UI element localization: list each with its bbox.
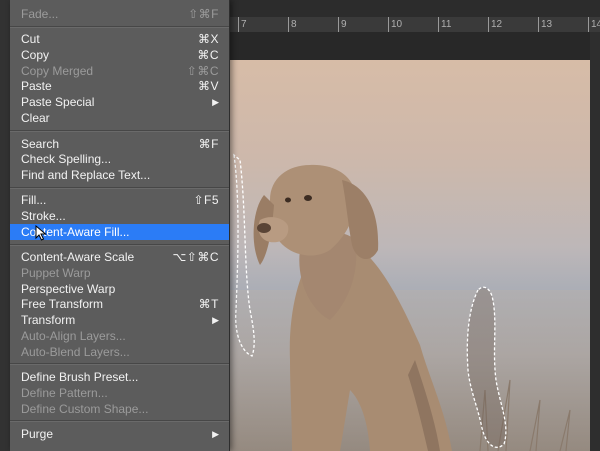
menu-item-find-replace[interactable]: Find and Replace Text... — [10, 167, 229, 183]
menu-item-shortcut: ⌘T — [198, 297, 219, 311]
ruler-tick: 11 — [438, 17, 451, 32]
menu-item-label: Search — [21, 137, 60, 151]
canvas-photo-dog[interactable] — [230, 60, 590, 451]
menu-separator — [10, 420, 229, 422]
menu-item-fade: Fade... ⇧⌘F — [10, 6, 229, 22]
menu-item-content-aware-scale[interactable]: Content-Aware Scale ⌥⇧⌘C — [10, 249, 229, 265]
ruler-tick: 14 — [588, 17, 600, 32]
menu-item-label: Check Spelling... — [21, 152, 112, 166]
menu-item-clear[interactable]: Clear — [10, 110, 229, 126]
menu-item-label: Free Transform — [21, 297, 104, 311]
menu-item-copy[interactable]: Copy ⌘C — [10, 47, 229, 63]
arrow-cursor-icon — [35, 225, 47, 241]
menu-item-free-transform[interactable]: Free Transform ⌘T — [10, 296, 229, 312]
menu-item-label: Content-Aware Scale — [21, 250, 135, 264]
ruler-tick: 9 — [338, 17, 347, 32]
menu-item-search[interactable]: Search ⌘F — [10, 136, 229, 152]
menu-item-label: Puppet Warp — [21, 266, 91, 280]
menu-item-define-brush-preset[interactable]: Define Brush Preset... — [10, 369, 229, 385]
menu-item-copy-merged: Copy Merged ⇧⌘C — [10, 63, 229, 79]
menu-item-label: Transform — [21, 313, 76, 327]
menu-item-stroke[interactable]: Stroke... — [10, 208, 229, 224]
ruler-tick: 7 — [238, 17, 247, 32]
menu-item-shortcut: ⌘V — [197, 79, 219, 93]
menu-item-transform[interactable]: Transform ▶ — [10, 312, 229, 328]
menu-separator — [10, 244, 229, 246]
menu-item-label: Perspective Warp — [21, 282, 116, 296]
horizontal-ruler[interactable]: 7 8 9 10 11 12 13 14 — [230, 17, 600, 33]
submenu-arrow-icon: ▶ — [212, 97, 219, 107]
menu-item-purge[interactable]: Purge ▶ — [10, 426, 229, 442]
menu-item-shortcut: ⌘X — [197, 32, 219, 46]
menu-separator — [10, 26, 229, 28]
menu-item-auto-align-layers: Auto-Align Layers... — [10, 328, 229, 344]
submenu-arrow-icon: ▶ — [212, 315, 219, 325]
ruler-tick: 13 — [538, 17, 552, 32]
menu-item-define-pattern: Define Pattern... — [10, 385, 229, 401]
menu-item-label: Paste — [21, 79, 52, 93]
ruler-tick: 8 — [288, 17, 297, 32]
menu-item-cut[interactable]: Cut ⌘X — [10, 31, 229, 47]
menu-item-fill[interactable]: Fill... ⇧F5 — [10, 192, 229, 208]
submenu-arrow-icon: ▶ — [212, 429, 219, 439]
ruler-tick: 10 — [388, 17, 402, 32]
dog-image — [230, 153, 590, 451]
menu-item-label: Find and Replace Text... — [21, 168, 151, 182]
menu-item-shortcut: ⌘F — [198, 137, 219, 151]
menu-item-label: Auto-Align Layers... — [21, 329, 126, 343]
menu-item-label: Copy Merged — [21, 64, 94, 78]
menu-separator — [10, 130, 229, 132]
menu-separator — [10, 187, 229, 189]
menu-item-label: Cut — [21, 32, 40, 46]
top-bar — [230, 0, 600, 17]
menu-item-label: Purge — [21, 427, 54, 441]
menu-item-shortcut: ⇧⌘C — [186, 64, 219, 78]
menu-item-label: Define Brush Preset... — [21, 370, 139, 384]
menu-item-label: Define Custom Shape... — [21, 402, 149, 416]
menu-item-puppet-warp: Puppet Warp — [10, 265, 229, 281]
pasteboard-right — [590, 32, 600, 451]
menu-item-auto-blend-layers: Auto-Blend Layers... — [10, 344, 229, 360]
menu-item-shortcut: ⇧⌘F — [188, 7, 219, 21]
menu-item-label: Stroke... — [21, 209, 66, 223]
menu-item-label: Clear — [21, 111, 50, 125]
menu-item-perspective-warp[interactable]: Perspective Warp — [10, 281, 229, 297]
menu-item-shortcut: ⇧F5 — [193, 193, 219, 207]
menu-item-label: Paste Special — [21, 95, 95, 109]
menu-item-check-spelling[interactable]: Check Spelling... — [10, 151, 229, 167]
menu-separator — [10, 363, 229, 365]
menu-item-label: Define Pattern... — [21, 386, 108, 400]
menu-item-shortcut: ⌥⇧⌘C — [172, 250, 219, 264]
menu-item-paste[interactable]: Paste ⌘V — [10, 78, 229, 94]
menu-item-define-custom-shape: Define Custom Shape... — [10, 401, 229, 417]
canvas-pasteboard — [230, 32, 600, 60]
menu-item-label: Auto-Blend Layers... — [21, 345, 130, 359]
ruler-tick: 12 — [488, 17, 502, 32]
menu-item-paste-special[interactable]: Paste Special ▶ — [10, 94, 229, 110]
menu-item-label: Fade... — [21, 7, 59, 21]
menu-item-shortcut: ⌘C — [197, 48, 219, 62]
menu-item-label: Fill... — [21, 193, 47, 207]
menu-item-label: Copy — [21, 48, 50, 62]
